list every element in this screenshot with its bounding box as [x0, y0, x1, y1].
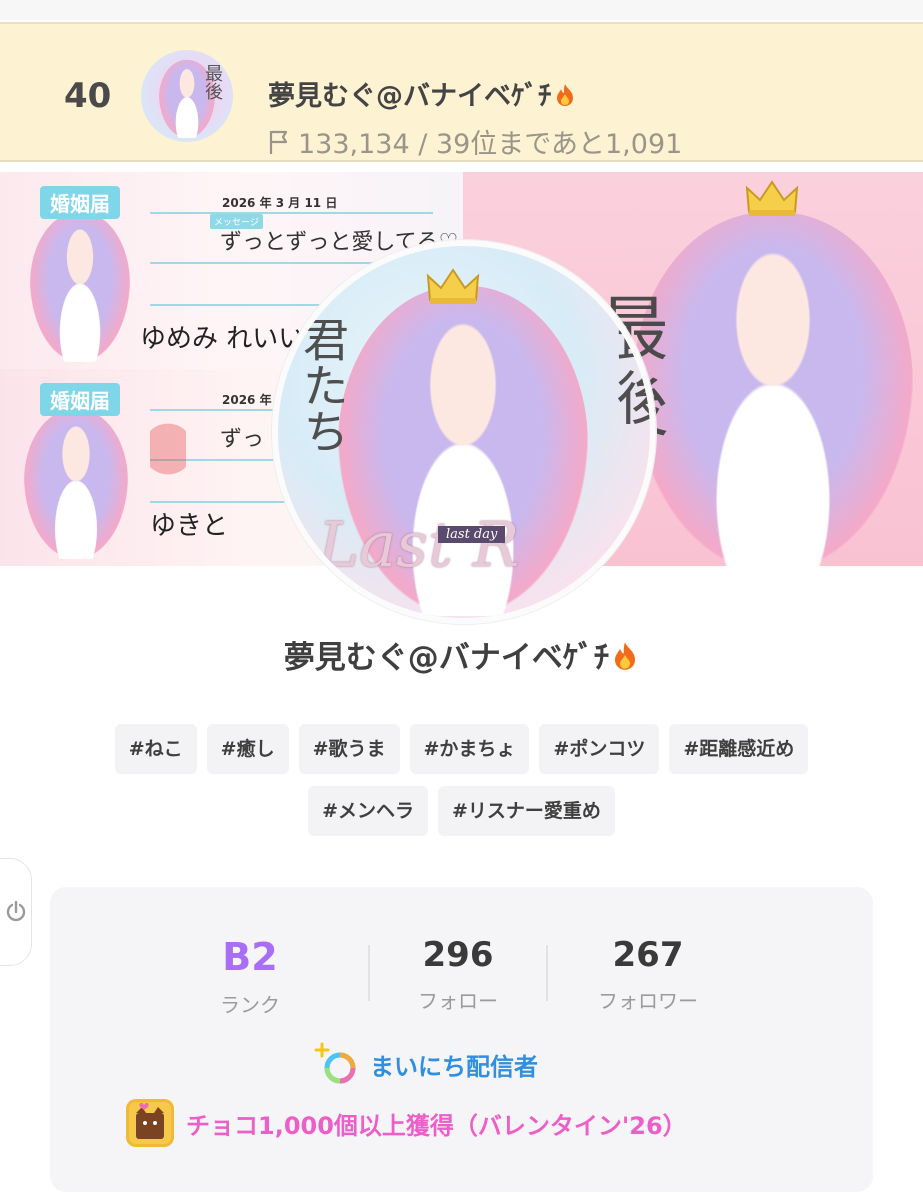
- ranking-row[interactable]: 40 最後 夢見むぐ@バナイベｹﾞﾁ 133,134 / 39位まであと1,09…: [0, 22, 923, 162]
- tag-chip[interactable]: #メンヘラ: [308, 786, 428, 836]
- avatar-kanji-left: 君たち: [296, 316, 350, 454]
- ranking-avatar[interactable]: 最後: [141, 50, 233, 142]
- doc-message: ずっ: [220, 427, 265, 452]
- follow-count: 296: [422, 935, 494, 975]
- follower-count: 267: [612, 935, 684, 975]
- fire-icon: [611, 641, 639, 671]
- tag-list: #ねこ #癒し #歌うま #かまちょ #ポンコツ #距離感近め #メンヘラ #リ…: [60, 724, 863, 836]
- daily-streamer-label: まいにち配信者: [370, 1052, 538, 1081]
- follower-stat[interactable]: 267 フォロワー: [568, 935, 728, 1014]
- rank-stat[interactable]: B2 ランク: [170, 935, 330, 1018]
- doc-handwritten-name: ゆめみ れいい: [140, 324, 305, 354]
- tag-chip[interactable]: #かまちょ: [409, 724, 530, 774]
- stat-divider: [368, 945, 370, 1001]
- rank-label: ランク: [220, 993, 280, 1017]
- follow-stat[interactable]: 296 フォロー: [378, 935, 538, 1014]
- chocolate-achievement-badge[interactable]: チョコ1,000個以上獲得（バレンタイン'26）: [126, 1099, 687, 1147]
- tag-chip[interactable]: #癒し: [206, 724, 289, 774]
- chocolate-achievement-label: チョコ1,000個以上獲得（バレンタイン'26）: [186, 1111, 687, 1140]
- side-power-button[interactable]: [0, 858, 32, 966]
- follower-label: フォロワー: [598, 989, 698, 1013]
- stat-divider: [546, 945, 548, 1001]
- profile-name: 夢見むぐ@バナイベｹﾞﾁ: [0, 632, 923, 677]
- tag-chip[interactable]: #リスナー愛重め: [438, 786, 615, 836]
- tag-chip[interactable]: #ねこ: [114, 724, 197, 774]
- crown-icon: [426, 268, 480, 304]
- avatar-lastday-badge: last day: [438, 526, 506, 543]
- tag-chip[interactable]: #距離感近め: [669, 724, 809, 774]
- top-status-strip: [0, 0, 923, 20]
- avatar-script-text: Last R: [318, 508, 520, 581]
- tag-chip[interactable]: #歌うま: [298, 724, 400, 774]
- ranking-name: 夢見むぐ@バナイベｹﾞﾁ: [268, 74, 576, 113]
- crown-icon: [745, 180, 799, 216]
- avatar-kanji-right: 最後: [606, 306, 656, 430]
- daily-streamer-badge[interactable]: まいにち配信者: [314, 1042, 538, 1086]
- follow-label: フォロー: [418, 989, 498, 1013]
- power-icon: [6, 900, 26, 922]
- ranking-position: 40: [64, 76, 112, 116]
- daily-ring-icon: [314, 1042, 358, 1086]
- doc-title: 婚姻届: [40, 186, 120, 219]
- chocolate-icon: [126, 1099, 174, 1147]
- fire-icon: [554, 83, 576, 107]
- doc-date: 2026 年 3 月 11 日: [222, 196, 338, 210]
- doc-handwritten-name: ゆきと: [150, 511, 229, 541]
- profile-avatar[interactable]: 最後 君たち Last R last day: [272, 240, 656, 624]
- tag-chip[interactable]: #ポンコツ: [539, 724, 660, 774]
- stats-card: B2 ランク 296 フォロー 267 フォロワー まいにち配信者 チョコ1,0…: [50, 887, 873, 1192]
- doc-title: 婚姻届: [40, 383, 120, 416]
- rank-value: B2: [222, 935, 278, 979]
- ranking-points: 133,134 / 39位まであと1,091: [268, 122, 682, 161]
- flag-icon: [269, 130, 288, 154]
